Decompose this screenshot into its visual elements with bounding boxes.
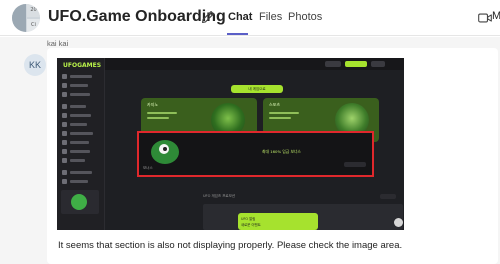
avatar[interactable]: KK bbox=[24, 54, 46, 76]
message-text: It seems that section is also not displa… bbox=[58, 240, 403, 251]
screenshot-nav-item bbox=[62, 113, 100, 118]
highlighted-banner: 최대 160% 입금 보너스 보너스 bbox=[137, 131, 374, 177]
screenshot-fab-icon bbox=[394, 218, 403, 227]
screenshot-nav-item bbox=[62, 74, 100, 79]
casino-label: 카지노 bbox=[147, 102, 159, 107]
video-call-icon[interactable] bbox=[478, 12, 492, 24]
monster-icon bbox=[71, 194, 87, 210]
panel-line bbox=[147, 112, 177, 114]
chat-title: UFO.Game Onboarding bbox=[48, 8, 226, 25]
notification-title: UFO 알림 bbox=[241, 217, 256, 221]
active-tab-indicator bbox=[227, 33, 248, 35]
screenshot-nav-item bbox=[62, 170, 100, 175]
screenshot-nav-item bbox=[62, 83, 100, 88]
screenshot-top-button bbox=[325, 61, 341, 67]
banner-text: 최대 160% 입금 보너스 bbox=[262, 149, 301, 154]
avatar-tile-2: Ci bbox=[27, 19, 40, 32]
tab-files[interactable]: Files bbox=[259, 11, 282, 23]
avatar-tile-1: 20 bbox=[27, 4, 40, 17]
panel-line bbox=[269, 112, 299, 114]
sports-label: 스포츠 bbox=[269, 102, 281, 107]
screenshot-nav-item bbox=[62, 92, 100, 97]
screenshot-nav-item bbox=[62, 140, 100, 145]
screenshot-nav-item bbox=[62, 149, 100, 154]
panel-line bbox=[147, 117, 169, 119]
screenshot-sidebar: UFOGAMES bbox=[57, 58, 105, 230]
overflow-letter: M bbox=[492, 10, 500, 22]
screenshot-logo: UFOGAMES bbox=[63, 62, 102, 69]
screenshot-section-title: UFO 게임즈 프로모션 bbox=[203, 194, 236, 198]
screenshot-nav-item bbox=[62, 104, 100, 109]
screenshot-top-button bbox=[371, 61, 385, 67]
sender-name: kai kai bbox=[47, 39, 69, 48]
pencil-icon[interactable] bbox=[201, 10, 215, 24]
screenshot-nav-item bbox=[62, 158, 100, 163]
panel-line bbox=[269, 117, 291, 119]
screenshot-cta-button: 내 게임으로 bbox=[231, 85, 283, 93]
screenshot-top-button bbox=[345, 61, 367, 67]
banner-pager bbox=[344, 162, 366, 167]
monster-pupil bbox=[163, 147, 167, 151]
banner-small-label: 보너스 bbox=[143, 166, 153, 170]
screenshot-nav-item bbox=[62, 131, 100, 136]
tab-chat[interactable]: Chat bbox=[228, 11, 252, 23]
screenshot-nav-item bbox=[62, 122, 100, 127]
notification-text: 새로운 이벤트 bbox=[241, 223, 261, 227]
screenshot-notification: UFO 알림 새로운 이벤트 bbox=[238, 213, 318, 230]
screenshot-topbar bbox=[105, 58, 404, 70]
chat-header: 20 Ci UFO.Game Onboarding Chat Files Pho… bbox=[0, 0, 500, 36]
avatar-photo bbox=[12, 4, 26, 32]
group-avatar[interactable]: 20 Ci bbox=[12, 4, 40, 32]
tab-photos[interactable]: Photos bbox=[288, 11, 322, 23]
screenshot-section-button bbox=[380, 194, 396, 199]
screenshot-nav-item bbox=[62, 179, 100, 184]
